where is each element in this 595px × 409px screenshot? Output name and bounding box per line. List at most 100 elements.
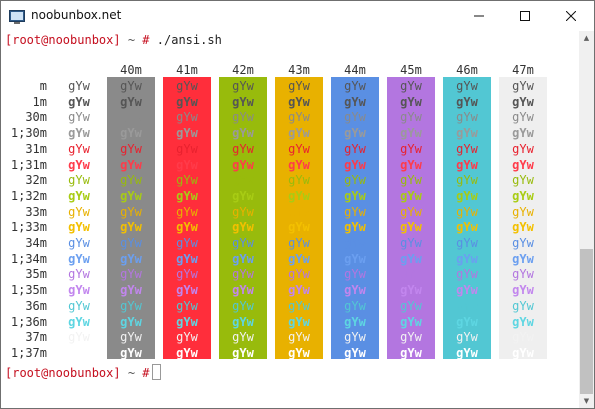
row-label: 1;36m xyxy=(10,314,47,329)
sample-cell: gYw xyxy=(512,298,534,313)
sample-cell: gYw xyxy=(512,188,534,203)
sample-cell: gYw xyxy=(68,157,90,172)
sample-cell: gYw xyxy=(512,283,534,298)
sample-cell: gYw xyxy=(232,345,254,360)
maximize-icon xyxy=(520,11,530,21)
text-cursor xyxy=(151,364,161,380)
vertical-scrollbar[interactable]: ▲ ▼ xyxy=(579,31,594,408)
sample-cell: gYw xyxy=(232,141,254,156)
sample-cell: gYw xyxy=(68,204,90,219)
command-text: ./ansi.sh xyxy=(156,33,222,47)
sample-cell: gYw xyxy=(512,157,534,172)
sample-cell: gYw xyxy=(344,204,366,219)
terminal-output[interactable]: [root@noobunbox] ~ # ./ansi.sh 40m 41m 42m… xyxy=(1,31,579,408)
sample-cell: gYw xyxy=(512,126,534,141)
sample-cell: gYw xyxy=(68,314,90,329)
sample-cell: gYw xyxy=(344,94,366,109)
sample-cell: gYw xyxy=(68,173,90,188)
sample-cell: gYw xyxy=(232,110,254,125)
row-label: 1;35m xyxy=(10,283,47,298)
sample-cell: gYw xyxy=(176,298,198,313)
sample-cell: gYw xyxy=(232,157,254,172)
sample-cell: gYw xyxy=(344,188,366,203)
close-button[interactable] xyxy=(548,1,594,31)
sample-cell: gYw xyxy=(120,283,142,298)
sample-cell: gYw xyxy=(232,204,254,219)
sample-cell: gYw xyxy=(68,94,90,109)
sample-cell: gYw xyxy=(68,251,90,266)
prompt-path: ~ xyxy=(127,366,136,380)
row-label: 1m xyxy=(32,94,47,109)
sample-cell: gYw xyxy=(176,157,198,172)
sample-cell: gYw xyxy=(400,126,422,141)
scroll-down-arrow-icon[interactable]: ▼ xyxy=(579,394,594,408)
sample-cell: gYw xyxy=(176,330,198,345)
sample-cell: gYw xyxy=(512,220,534,235)
sample-cell: gYw xyxy=(232,251,254,266)
sample-cell: gYw xyxy=(288,345,310,360)
sample-cell: gYw xyxy=(176,251,198,266)
scroll-up-arrow-icon[interactable]: ▲ xyxy=(579,31,594,45)
sample-cell: gYw xyxy=(176,220,198,235)
sample-cell: gYw xyxy=(120,314,142,329)
sample-cell: gYw xyxy=(120,188,142,203)
sample-cell: gYw xyxy=(512,330,534,345)
sample-cell: gYw xyxy=(512,173,534,188)
sample-cell: gYw xyxy=(512,314,534,329)
sample-cell: gYw xyxy=(232,79,254,93)
sample-cell: gYw xyxy=(288,267,310,282)
sample-cell: gYw xyxy=(400,345,422,360)
sample-cell: gYw xyxy=(344,314,366,329)
prompt-user: [root@noobunbox] xyxy=(5,366,121,380)
sample-cell: gYw xyxy=(400,157,422,172)
sample-cell: gYw xyxy=(512,267,534,282)
sample-cell: gYw xyxy=(232,173,254,188)
sample-cell: gYw xyxy=(288,330,310,345)
sample-cell: gYw xyxy=(176,141,198,156)
sample-cell: gYw xyxy=(120,330,142,345)
sample-cell: gYw xyxy=(68,79,90,93)
sample-cell: gYw xyxy=(512,79,534,93)
row-label: 1;31m xyxy=(10,157,47,172)
sample-cell: gYw xyxy=(456,330,478,345)
maximize-button[interactable] xyxy=(502,1,548,31)
sample-cell: gYw xyxy=(176,126,198,141)
sample-cell: gYw xyxy=(344,157,366,172)
sample-cell: gYw xyxy=(344,267,366,282)
sample-cell: gYw xyxy=(288,79,310,93)
terminal-window: noobunbox.net [root@noobunbox] ~ # ./ans… xyxy=(0,0,595,409)
sample-cell: gYw xyxy=(288,157,310,172)
sample-cell: gYw xyxy=(68,141,90,156)
sample-cell: gYw xyxy=(68,220,90,235)
row-label: 1;30m xyxy=(10,126,47,141)
sample-cell: gYw xyxy=(232,314,254,329)
sample-cell: gYw xyxy=(456,79,478,93)
column-header: 43m xyxy=(288,63,310,77)
sample-cell: gYw xyxy=(400,330,422,345)
sample-cell: gYw xyxy=(400,251,422,266)
title-bar[interactable]: noobunbox.net xyxy=(1,1,594,31)
minimize-button[interactable] xyxy=(456,1,502,31)
sample-cell: gYw xyxy=(120,298,142,313)
sample-cell: gYw xyxy=(456,188,478,203)
sample-cell: gYw xyxy=(512,141,534,156)
row-label: 30m xyxy=(25,110,47,125)
scroll-thumb[interactable] xyxy=(580,249,593,394)
sample-cell: gYw xyxy=(400,298,422,313)
sample-cell: gYw xyxy=(400,236,422,250)
sample-cell: gYw xyxy=(400,283,422,298)
sample-cell: gYw xyxy=(344,173,366,188)
sample-cell: gYw xyxy=(344,79,366,93)
sample-cell: gYw xyxy=(120,345,142,360)
sample-cell: gYw xyxy=(512,110,534,125)
active-prompt-line[interactable]: [root@noobunbox] ~ # xyxy=(5,364,161,381)
sample-cell: gYw xyxy=(456,267,478,282)
sample-cell: gYw xyxy=(456,126,478,141)
sample-cell: gYw xyxy=(512,345,534,360)
row-label: m xyxy=(39,79,47,93)
row-label: 32m xyxy=(25,173,47,188)
sample-cell: gYw xyxy=(176,173,198,188)
terminal-app-icon xyxy=(9,9,25,24)
sample-cell: gYw xyxy=(120,236,142,250)
sample-cell: gYw xyxy=(400,141,422,156)
